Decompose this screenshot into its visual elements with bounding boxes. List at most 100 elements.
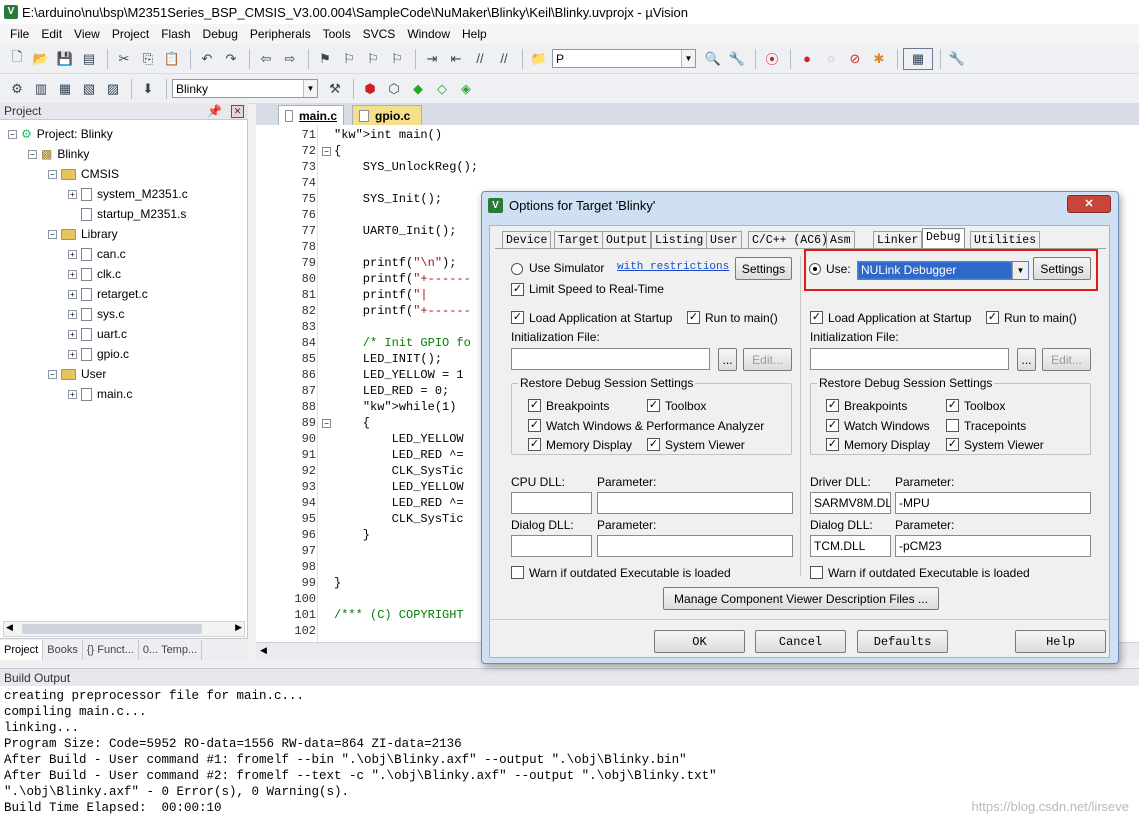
left-toolbox-checkbox[interactable]: ✓ — [647, 399, 660, 412]
menu-debug[interactable]: Debug — [197, 27, 244, 41]
tree-file[interactable]: startup_M2351.s — [68, 204, 186, 224]
tree-group-user[interactable]: − User — [48, 364, 106, 384]
dialog-tab-linker[interactable]: Linker — [873, 231, 923, 248]
with-restrictions-link[interactable]: with restrictions — [617, 261, 729, 273]
cut-icon[interactable]: ✂ — [113, 48, 135, 70]
limit-speed-checkbox[interactable]: ✓ — [511, 283, 524, 296]
collapse-icon[interactable]: − — [8, 129, 17, 139]
left-run-to-main-checkbox[interactable]: ✓ — [687, 311, 700, 324]
redo-icon[interactable]: ↷ — [220, 48, 242, 70]
bookmark-clear-icon[interactable]: ⚐ — [386, 48, 408, 70]
scroll-left-icon[interactable]: ◀ — [260, 645, 267, 656]
target-combo[interactable]: Blinky ▼ — [172, 79, 318, 98]
new-file-icon[interactable]: 🗋 — [6, 48, 28, 70]
manage-component-viewer-button[interactable]: Manage Component Viewer Description File… — [663, 587, 939, 610]
project-tab-1[interactable]: Books — [43, 639, 83, 660]
pack-installer-icon[interactable]: ◈ — [455, 78, 477, 100]
breakpoint-kill-all-icon[interactable]: ✱ — [868, 48, 890, 70]
target-options-icon[interactable]: ⚒ — [324, 78, 346, 100]
menu-help[interactable]: Help — [456, 27, 493, 41]
expand-icon[interactable]: + — [68, 269, 77, 279]
dialog-tab-device[interactable]: Device — [502, 231, 552, 248]
tree-group-library[interactable]: − Library — [48, 224, 118, 244]
bookmark-icon[interactable]: ⚑ — [314, 48, 336, 70]
left-watch-checkbox[interactable]: ✓ — [528, 419, 541, 432]
tab-main-c[interactable]: main.c — [278, 105, 344, 125]
defaults-button[interactable]: Defaults — [857, 630, 948, 653]
build-icon[interactable]: ▥ — [30, 78, 52, 100]
dialog-tab-utilities[interactable]: Utilities — [970, 231, 1041, 248]
expand-icon[interactable]: + — [68, 329, 77, 339]
fold-icon[interactable]: − — [322, 419, 331, 428]
find-combo[interactable]: P ▼ — [552, 49, 696, 68]
cpu-dll-input[interactable] — [511, 492, 592, 514]
tree-file[interactable]: + main.c — [68, 384, 132, 404]
right-browse-button[interactable]: ... — [1017, 348, 1036, 371]
use-simulator-radio[interactable] — [511, 263, 523, 275]
bookmark-next-icon[interactable]: ⚐ — [362, 48, 384, 70]
select-packs-icon[interactable]: ◇ — [431, 78, 453, 100]
right-load-app-checkbox[interactable]: ✓ — [810, 311, 823, 324]
expand-icon[interactable]: + — [68, 389, 77, 399]
right-warn-checkbox[interactable] — [810, 566, 823, 579]
expand-icon[interactable]: + — [68, 349, 77, 359]
undo-icon[interactable]: ↶ — [196, 48, 218, 70]
manage-project-items-icon[interactable]: ⬢ — [359, 78, 381, 100]
dialog-tab-listing[interactable]: Listing — [651, 231, 708, 248]
close-icon[interactable]: ✕ — [1067, 195, 1111, 213]
project-tab-3[interactable]: 0... Temp... — [139, 639, 203, 660]
manage-multi-project-icon[interactable]: ⬡ — [383, 78, 405, 100]
tree-file[interactable]: + gpio.c — [68, 344, 129, 364]
indent-icon[interactable]: ⇥ — [421, 48, 443, 70]
collapse-icon[interactable]: − — [48, 369, 57, 379]
dialog-tab-target[interactable]: Target — [554, 231, 604, 248]
breakpoint-icon[interactable]: ● — [796, 48, 818, 70]
expand-icon[interactable]: + — [68, 249, 77, 259]
chevron-down-icon[interactable]: ▼ — [681, 50, 695, 67]
uncomment-icon[interactable]: // — [493, 48, 515, 70]
menu-project[interactable]: Project — [106, 27, 155, 41]
unindent-icon[interactable]: ⇤ — [445, 48, 467, 70]
scroll-thumb[interactable] — [22, 624, 202, 634]
build-output-pane[interactable]: creating preprocessor file for main.c...… — [0, 686, 1139, 824]
cpu-param-input[interactable] — [597, 492, 793, 514]
dialog-tab-asm[interactable]: Asm — [826, 231, 855, 248]
batch-build-icon[interactable]: ▧ — [78, 78, 100, 100]
bookmark-prev-icon[interactable]: ⚐ — [338, 48, 360, 70]
tree-horizontal-scrollbar[interactable]: ◀ ▶ — [3, 621, 245, 637]
save-icon[interactable]: 💾 — [54, 48, 76, 70]
left-breakpoints-checkbox[interactable]: ✓ — [528, 399, 541, 412]
expand-icon[interactable]: + — [68, 189, 77, 199]
right-init-file-input[interactable] — [810, 348, 1009, 370]
stop-build-icon[interactable]: ▨ — [102, 78, 124, 100]
menu-tools[interactable]: Tools — [317, 27, 357, 41]
tree-project-root[interactable]: − ⚙ Project: Blinky — [8, 124, 113, 144]
dialog-tab-user[interactable]: User — [706, 231, 742, 248]
simulator-settings-button[interactable]: Settings — [735, 257, 792, 280]
collapse-icon[interactable]: − — [48, 229, 57, 239]
right-memory-checkbox[interactable]: ✓ — [826, 438, 839, 451]
ok-button[interactable]: OK — [654, 630, 745, 653]
breakpoint-disable-icon[interactable]: ○ — [820, 48, 842, 70]
scroll-left-icon[interactable]: ◀ — [6, 622, 13, 633]
find-icon[interactable]: 🔍 — [702, 48, 724, 70]
chevron-down-icon[interactable]: ▼ — [303, 80, 317, 97]
tree-file[interactable]: + system_M2351.c — [68, 184, 188, 204]
rebuild-icon[interactable]: ▦ — [54, 78, 76, 100]
right-run-to-main-checkbox[interactable]: ✓ — [986, 311, 999, 324]
menu-file[interactable]: File — [4, 27, 35, 41]
right-edit-button[interactable]: Edit... — [1042, 348, 1091, 371]
driver-dll-input[interactable]: SARMV8M.DLL — [810, 492, 891, 514]
left-browse-button[interactable]: ... — [718, 348, 737, 371]
expand-icon[interactable]: + — [68, 289, 77, 299]
tree-group-cmsis[interactable]: − CMSIS — [48, 164, 119, 184]
project-tab-0[interactable]: Project — [0, 639, 44, 660]
nav-forward-icon[interactable]: ⇨ — [279, 48, 301, 70]
tree-target[interactable]: − ▩ Blinky — [28, 144, 89, 164]
menu-peripherals[interactable]: Peripherals — [244, 27, 317, 41]
tree-file[interactable]: + sys.c — [68, 304, 124, 324]
help-button[interactable]: Help — [1015, 630, 1106, 653]
right-tracepoints-checkbox[interactable] — [946, 419, 959, 432]
incremental-find-icon[interactable]: 🔧 — [726, 48, 748, 70]
pin-icon[interactable]: 📌 — [207, 103, 222, 120]
